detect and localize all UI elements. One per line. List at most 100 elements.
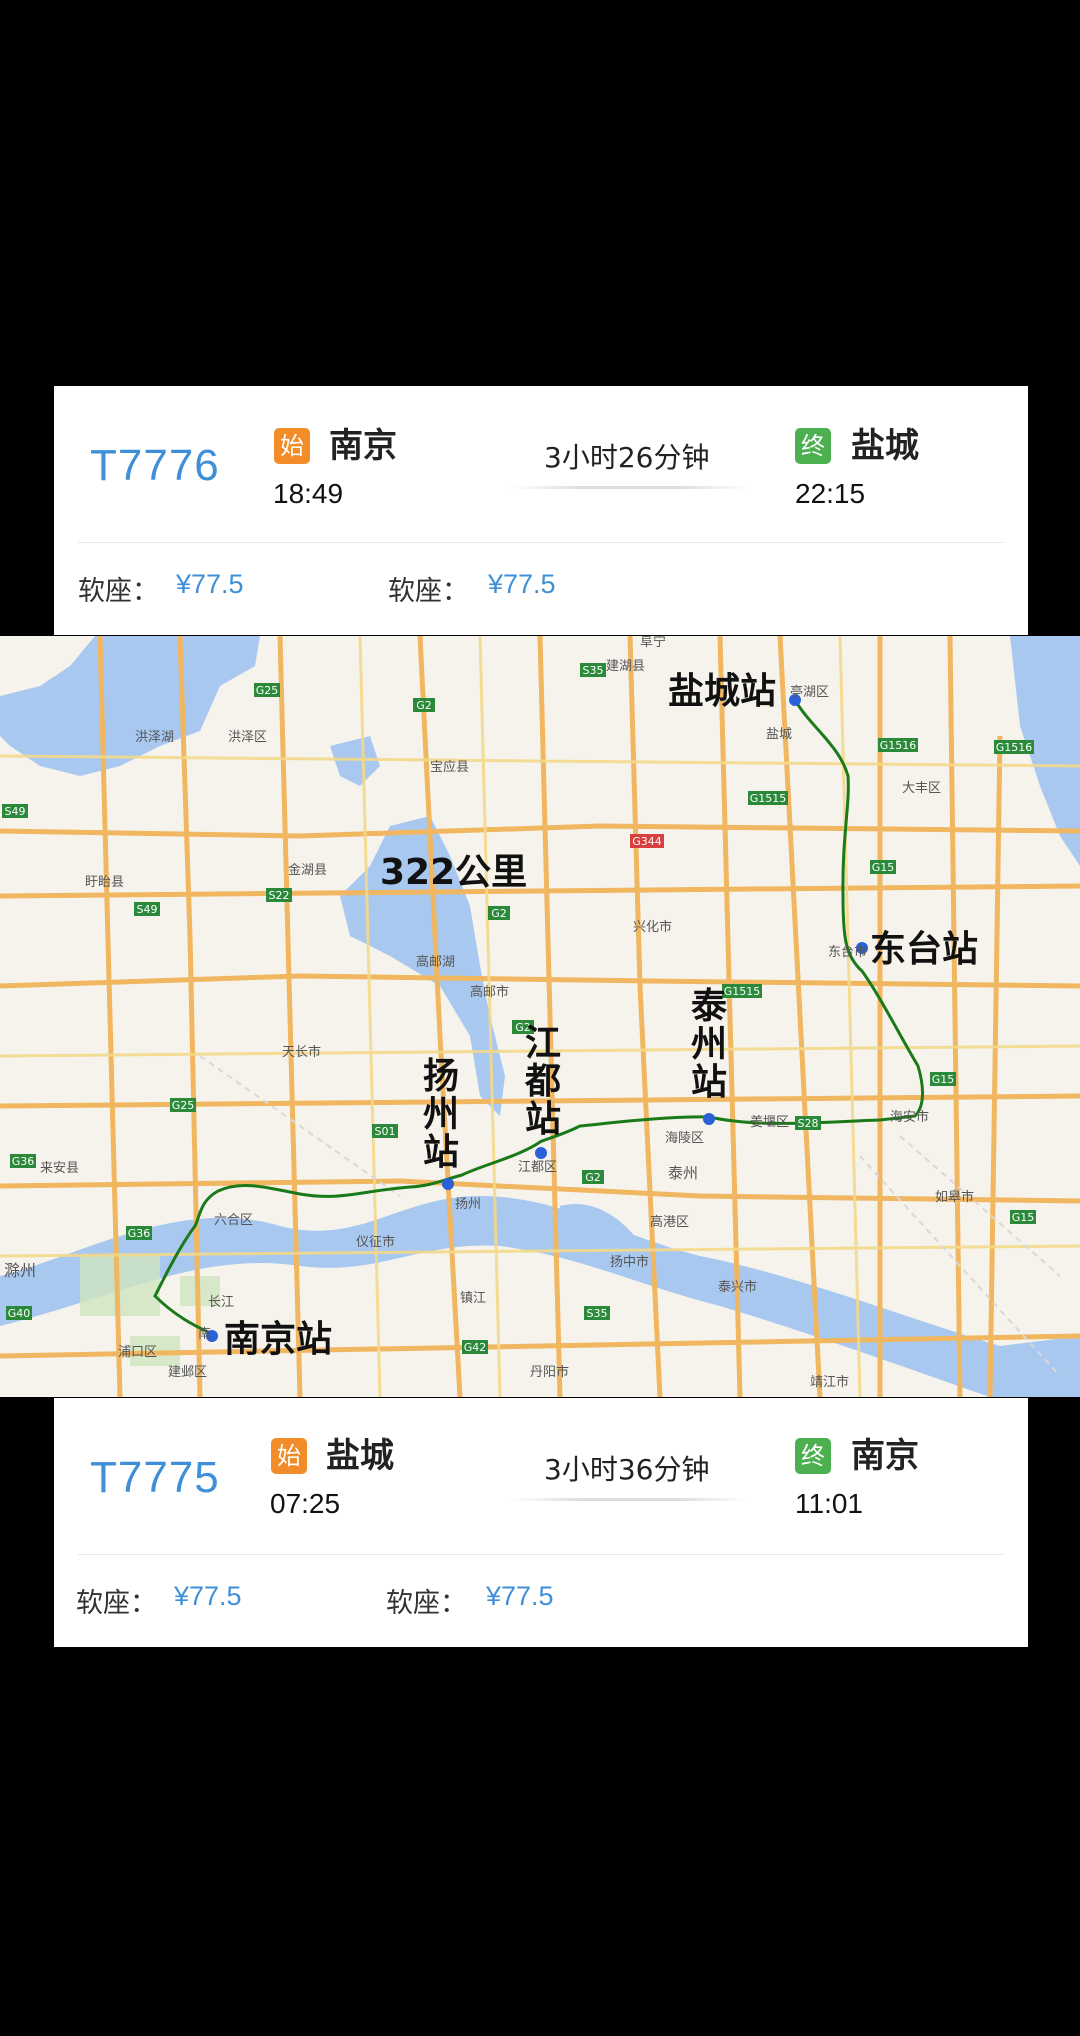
road-shield: G40 <box>8 1307 31 1320</box>
road-shield: G1516 <box>880 739 917 752</box>
road-shield: G15 <box>872 861 895 874</box>
start-tag-icon: 始 <box>271 1438 307 1474</box>
place-label: 海安市 <box>890 1109 929 1125</box>
place-label: 长江 <box>208 1295 234 1310</box>
place-label: 六合区 <box>214 1213 253 1228</box>
divider <box>78 542 1004 543</box>
place-label: 靖江市 <box>810 1374 849 1390</box>
place-label: 海陵区 <box>665 1131 704 1146</box>
end-tag-icon: 终 <box>795 1438 831 1474</box>
departure-city: 南京 <box>329 426 397 466</box>
place-label: 高邮市 <box>470 984 509 1000</box>
seat-type-label: 软座： <box>388 576 469 607</box>
place-label: 金湖县 <box>288 862 327 878</box>
station-label-dongtai: 东台站 <box>870 929 978 970</box>
trip-duration: 3小时26分钟 <box>544 441 710 474</box>
place-label: 大丰区 <box>902 781 941 796</box>
place-label: 建湖县 <box>606 659 645 674</box>
road-shield: S28 <box>798 1117 819 1130</box>
place-label: 阜宁 <box>640 636 666 650</box>
place-label: 洪泽湖 <box>135 730 174 745</box>
arrival-city: 盐城 <box>851 426 919 466</box>
place-label: 仪征市 <box>356 1234 395 1250</box>
road-shield: G2 <box>491 907 507 920</box>
arrival-time: 11:01 <box>795 1488 863 1519</box>
start-tag-icon: 始 <box>274 428 310 464</box>
departure-time: 07:25 <box>270 1488 341 1519</box>
place-label: 天长市 <box>282 1044 321 1060</box>
road-shield: G1516 <box>996 741 1033 754</box>
place-label: 扬州 <box>455 1197 481 1212</box>
route-map[interactable]: 洪泽湖 洪泽区 金湖县 盱眙县 宝应县 高邮湖 高邮市 天长市 来安县 滁州 六… <box>0 636 1080 1397</box>
road-shield: S49 <box>137 903 158 916</box>
road-shield: G15 <box>1012 1211 1035 1224</box>
station-label-taizhou: 泰州站 <box>691 986 728 1103</box>
road-shield: G15 <box>932 1073 955 1086</box>
place-label: 高邮湖 <box>416 954 455 970</box>
road-shield: S22 <box>269 889 290 902</box>
seat-price[interactable]: ¥77.5 <box>176 569 244 600</box>
road-shield: G36 <box>12 1155 35 1168</box>
road-shield: G344 <box>632 835 662 848</box>
departure-city: 盐城 <box>326 1436 394 1476</box>
jiangdu-station-dot <box>535 1147 547 1159</box>
place-label: 南 <box>198 1326 211 1342</box>
seat-price[interactable]: ¥77.5 <box>486 1581 554 1612</box>
train-number: T7776 <box>90 441 220 490</box>
place-label: 丹阳市 <box>530 1364 569 1380</box>
road-shield: G25 <box>256 684 279 697</box>
seat-price[interactable]: ¥77.5 <box>174 1581 242 1612</box>
road-shield: G25 <box>172 1099 195 1112</box>
place-label: 建邺区 <box>168 1365 207 1380</box>
road-shield: G1515 <box>724 985 761 998</box>
place-label: 兴化市 <box>633 919 672 935</box>
baoying-lake <box>330 736 380 786</box>
station-label-nanjing: 南京站 <box>224 1318 332 1360</box>
road-shield: S49 <box>5 805 26 818</box>
map-canvas: 洪泽湖 洪泽区 金湖县 盱眙县 宝应县 高邮湖 高邮市 天长市 来安县 滁州 六… <box>0 636 1080 1397</box>
road-shield: S35 <box>587 1307 608 1320</box>
place-label: 如皋市 <box>935 1189 974 1205</box>
station-label-jiangdu: 江都站 <box>524 1023 561 1140</box>
arrival-city: 南京 <box>851 1436 919 1476</box>
road-shield: G2 <box>416 699 432 712</box>
end-tag-icon: 终 <box>795 428 831 464</box>
place-label: 亭湖区 <box>790 684 829 700</box>
duration-line <box>510 486 750 489</box>
place-label: 镇江 <box>460 1291 486 1306</box>
road-shield: G42 <box>464 1341 487 1354</box>
distance-label: 322公里 <box>380 852 527 893</box>
seat-price[interactable]: ¥77.5 <box>488 569 556 600</box>
taizhou-station-dot <box>703 1113 715 1125</box>
seat-type-label: 软座： <box>76 1588 157 1619</box>
divider <box>78 1554 1004 1555</box>
place-label: 高港区 <box>650 1214 689 1230</box>
road-shield: S01 <box>375 1125 396 1138</box>
road-shield: G36 <box>128 1227 151 1240</box>
place-label: 姜堰区 <box>750 1115 789 1130</box>
place-label: 扬中市 <box>610 1254 649 1270</box>
station-label-yancheng: 盐城站 <box>668 671 776 712</box>
trip-duration: 3小时36分钟 <box>544 1453 710 1486</box>
road-shield: G2 <box>585 1171 601 1184</box>
yangzhou-station-dot <box>442 1178 454 1190</box>
train-number: T7775 <box>90 1453 220 1502</box>
seat-type-label: 软座： <box>78 576 159 607</box>
train-card-t7776[interactable]: T7776 始 南京 18:49 3小时26分钟 终 盐城 22:15 软座： … <box>54 386 1028 635</box>
place-label: 泰州 <box>668 1164 698 1182</box>
place-label: 宝应县 <box>430 759 469 775</box>
place-label: 盐城 <box>766 727 792 742</box>
place-label: 东台市 <box>828 944 867 960</box>
seat-type-label: 软座： <box>386 1588 467 1619</box>
place-label: 泰兴市 <box>718 1279 757 1295</box>
arrival-time: 22:15 <box>795 478 866 509</box>
place-label: 江都区 <box>518 1160 557 1175</box>
place-label: 洪泽区 <box>228 730 267 745</box>
place-label: 浦口区 <box>118 1345 157 1360</box>
road-shield: S35 <box>583 664 604 677</box>
train-card-t7775[interactable]: T7775 始 盐城 07:25 3小时36分钟 终 南京 11:01 软座： … <box>54 1398 1028 1647</box>
departure-time: 18:49 <box>273 478 344 509</box>
place-label: 滁州 <box>4 1261 36 1280</box>
duration-line <box>510 1498 750 1501</box>
station-label-yangzhou: 扬州站 <box>423 1056 459 1173</box>
